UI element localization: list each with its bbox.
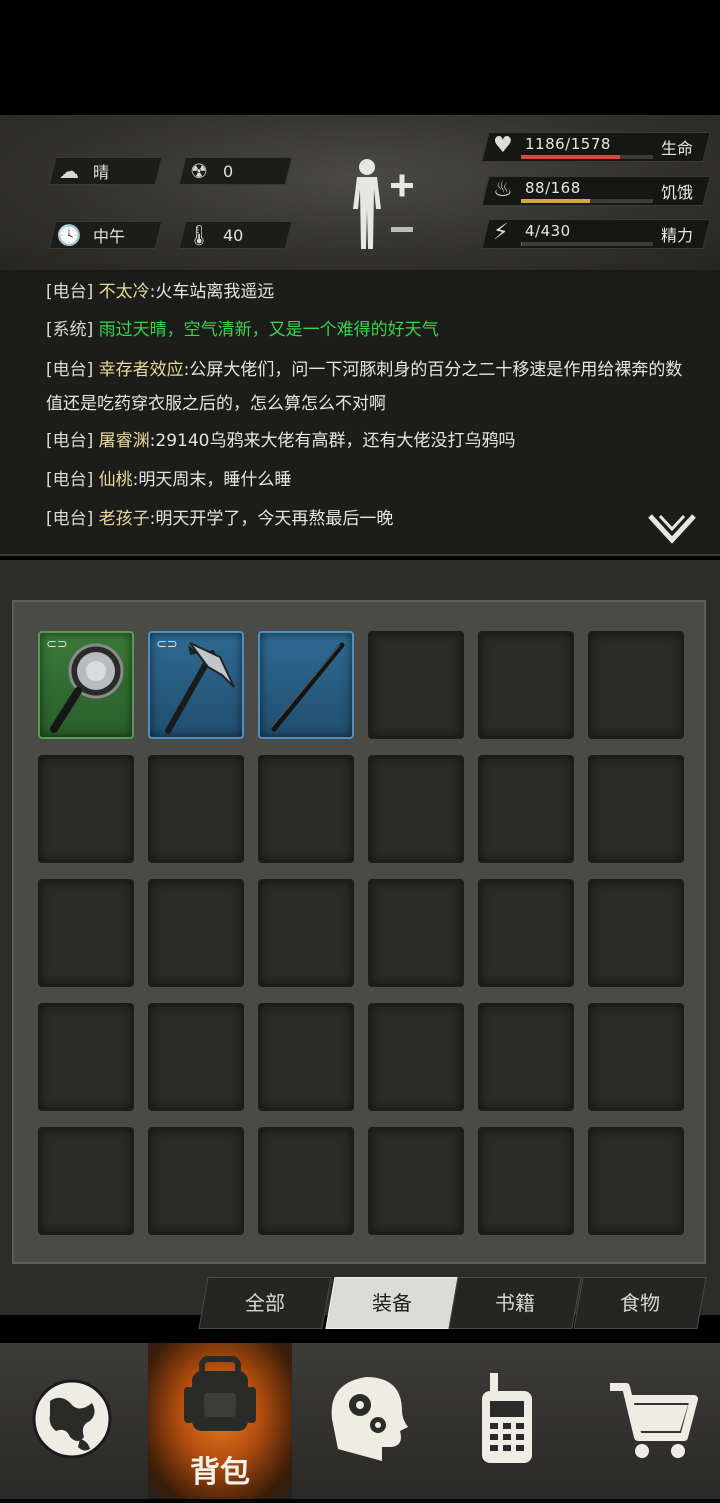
time-value: 中午 xyxy=(93,227,126,246)
inventory-slot-empty[interactable] xyxy=(38,755,134,863)
health-bar xyxy=(521,155,653,159)
tab-equipment[interactable]: 装备 xyxy=(325,1277,459,1329)
inventory-slot-empty[interactable] xyxy=(368,755,464,863)
temperature-indicator[interactable]: 🌡 40 xyxy=(178,221,293,249)
energy-stat[interactable]: ⚡ 4/430 精力 xyxy=(481,216,711,250)
radio-icon xyxy=(482,1373,532,1463)
stomach-icon: ♨ xyxy=(493,177,513,202)
weather-value: 晴 xyxy=(93,163,110,182)
inventory-slot-empty[interactable] xyxy=(258,1003,354,1111)
inventory-slot-empty[interactable] xyxy=(588,755,684,863)
temperature-value: 40 xyxy=(223,225,244,245)
energy-bar xyxy=(521,242,653,246)
head-gears-icon xyxy=(331,1377,408,1461)
inventory-slot-empty[interactable] xyxy=(588,879,684,987)
expand-log-chevron-icon[interactable] xyxy=(648,512,696,544)
inventory-slot-empty[interactable] xyxy=(478,1127,574,1235)
inventory-slot-empty[interactable] xyxy=(368,1127,464,1235)
inventory-slot-empty[interactable] xyxy=(588,1127,684,1235)
log-message: [电台] 老孩子:明天开学了，今天再熬最后一晚 xyxy=(46,509,394,529)
body-status-icon[interactable] xyxy=(345,155,425,255)
inventory-slot-empty[interactable] xyxy=(258,1127,354,1235)
shopping-cart-icon xyxy=(610,1383,698,1458)
inventory-slot-iron-rod[interactable] xyxy=(258,631,354,739)
inventory-slot-empty[interactable] xyxy=(368,1003,464,1111)
inventory-slot-empty[interactable] xyxy=(148,1003,244,1111)
inventory-slot-empty[interactable] xyxy=(148,879,244,987)
nav-shop[interactable] xyxy=(576,1343,720,1499)
energy-value: 4/430 xyxy=(525,222,571,240)
nav-backpack[interactable]: 背包 xyxy=(148,1343,292,1499)
inventory-slot-empty[interactable] xyxy=(258,879,354,987)
inventory-slot-empty[interactable] xyxy=(478,631,574,739)
radiation-icon: ☢ xyxy=(190,159,208,183)
nav-backpack-label: 背包 xyxy=(190,1455,250,1490)
inventory-slot-frying-pan[interactable]: ⊂⊃ xyxy=(38,631,134,739)
nav-radio[interactable] xyxy=(436,1343,580,1499)
hunger-label: 饥饿 xyxy=(661,183,694,202)
time-indicator[interactable]: 🕓 中午 xyxy=(48,221,163,249)
hunger-stat[interactable]: ♨ 88/168 饥饿 xyxy=(481,173,711,207)
status-panel: ☁ 晴 ☢ 0 🕓 中午 🌡 40 ♥ 1186/1578 生命 ♨ 88/16… xyxy=(0,115,720,272)
inventory-slot-empty[interactable] xyxy=(478,755,574,863)
weather-icon: ☁ xyxy=(59,159,79,183)
inventory-slot-empty[interactable] xyxy=(588,631,684,739)
thermometer-icon: 🌡 xyxy=(186,223,212,247)
inventory-slot-empty[interactable] xyxy=(478,879,574,987)
backpack-icon xyxy=(184,1356,256,1431)
inventory-slot-empty[interactable] xyxy=(588,1003,684,1111)
tab-all[interactable]: 全部 xyxy=(198,1277,332,1329)
energy-label: 精力 xyxy=(661,226,694,245)
clock-icon: 🕓 xyxy=(56,223,82,247)
log-message: [电台] 屠睿渊:29140乌鸦来大佬有高群，还有大佬没打乌鸦吗 xyxy=(46,431,516,451)
bottom-nav: 背包 xyxy=(0,1343,720,1499)
hunger-value: 88/168 xyxy=(525,179,581,197)
inventory-slot-empty[interactable] xyxy=(38,879,134,987)
inventory-slot-empty[interactable] xyxy=(38,1127,134,1235)
inventory-slot-ice-axe[interactable]: ⊂⊃ xyxy=(148,631,244,739)
globe-icon xyxy=(32,1379,112,1459)
inventory-slot-empty[interactable] xyxy=(478,1003,574,1111)
log-message: [系统] 雨过天晴，空气清新，又是一个难得的好天气 xyxy=(46,320,439,340)
brain-lightning-icon: ⚡ xyxy=(493,220,509,245)
inventory-slot-empty[interactable] xyxy=(148,1127,244,1235)
log-message: [电台] 幸存者效应:公屏大佬们，问一下河豚刺身的百分之二十移速是作用给裸奔的数… xyxy=(46,360,683,414)
inventory-slot-empty[interactable] xyxy=(38,1003,134,1111)
tab-food[interactable]: 食物 xyxy=(573,1277,707,1329)
inventory-slot-empty[interactable] xyxy=(148,755,244,863)
hunger-bar xyxy=(521,199,653,203)
log-message: [电台] 仙桃:明天周末，睡什么睡 xyxy=(46,470,292,490)
inventory-slot-empty[interactable] xyxy=(258,755,354,863)
nav-map[interactable] xyxy=(0,1343,144,1499)
inventory-slot-empty[interactable] xyxy=(368,631,464,739)
link-icon: ⊂⊃ xyxy=(46,637,68,652)
link-icon: ⊂⊃ xyxy=(156,637,178,652)
health-value: 1186/1578 xyxy=(525,135,611,153)
iron-rod-icon xyxy=(271,642,345,732)
health-label: 生命 xyxy=(661,139,694,158)
nav-skills[interactable] xyxy=(292,1343,436,1499)
weather-indicator[interactable]: ☁ 晴 xyxy=(48,157,163,185)
health-stat[interactable]: ♥ 1186/1578 生命 xyxy=(481,129,711,163)
radiation-indicator[interactable]: ☢ 0 xyxy=(178,157,293,185)
radiation-value: 0 xyxy=(223,161,234,181)
heart-icon: ♥ xyxy=(493,133,513,158)
tab-books[interactable]: 书籍 xyxy=(448,1277,582,1329)
inventory-slot-empty[interactable] xyxy=(368,879,464,987)
log-message: [电台] 不太冷:火车站离我遥远 xyxy=(46,282,275,302)
